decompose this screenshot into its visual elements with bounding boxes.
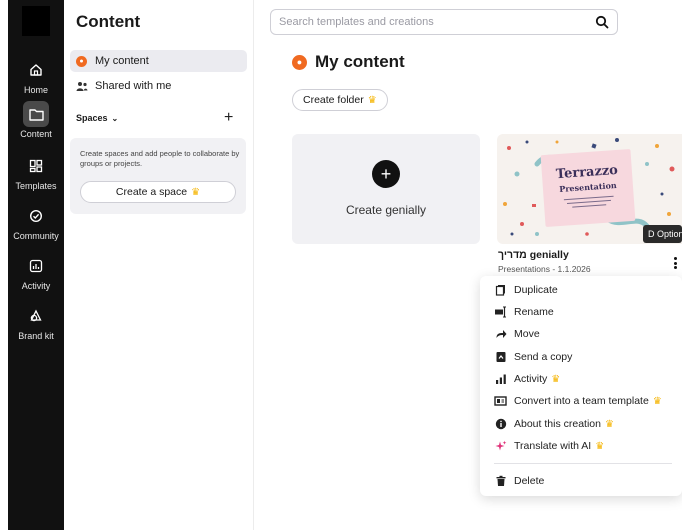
templates-icon [23, 153, 49, 179]
menu-item-label: Move [514, 328, 540, 340]
menu-item-duplicate[interactable]: Duplicate [480, 280, 682, 300]
rail-item-home[interactable]: Home [8, 57, 64, 95]
people-icon [76, 81, 88, 91]
rail-label-home: Home [23, 85, 48, 95]
create-space-button[interactable]: Create a space ♛ [80, 181, 236, 203]
crown-icon: ♛ [652, 395, 662, 407]
move-icon [494, 328, 507, 341]
crown-icon: ♛ [595, 440, 605, 452]
create-space-label: Create a space [115, 186, 188, 198]
rail-label-content: Content [20, 129, 52, 139]
community-icon [23, 203, 49, 229]
my-content-icon: ● [76, 55, 87, 67]
trash-icon [494, 475, 507, 488]
sidebar-item-label: My content [95, 55, 149, 67]
my-content-icon: ● [292, 54, 307, 70]
menu-item-label: Convert into a team template [514, 395, 649, 407]
options-menu: Duplicate Rename Move Send a copy Activi… [480, 276, 682, 496]
activity-icon [23, 253, 49, 279]
content-sidebar: Content ● My content Shared with me Spac… [64, 0, 254, 530]
create-genially-card[interactable]: + Create genially [292, 134, 480, 244]
rail-item-community[interactable]: Community [8, 203, 64, 241]
rename-icon [494, 306, 507, 319]
app-logo[interactable] [22, 6, 50, 36]
spaces-label: Spaces [76, 113, 108, 123]
menu-item-label: Activity [514, 373, 548, 385]
sidebar-item-label: Shared with me [95, 80, 172, 92]
menu-item-label: Delete [514, 475, 545, 487]
plus-icon: + [372, 160, 400, 188]
rail-item-templates[interactable]: Templates [8, 153, 64, 191]
rail-label-templates: Templates [15, 181, 57, 191]
tooltip-text: Options [657, 229, 682, 239]
menu-divider [494, 463, 672, 464]
template-icon [494, 395, 507, 408]
rail-item-content[interactable]: Content [8, 101, 64, 139]
menu-item-send-copy[interactable]: Send a copy [480, 347, 682, 367]
create-folder-button[interactable]: Create folder ♛ [292, 89, 388, 111]
folder-icon [23, 101, 49, 127]
menu-item-move[interactable]: Move [480, 324, 682, 344]
search-icon[interactable] [595, 15, 609, 29]
more-options-button[interactable] [670, 256, 680, 270]
crown-icon: ♛ [551, 373, 561, 385]
page-title: ● My content [292, 52, 405, 72]
sidebar-item-my-content[interactable]: ● My content [70, 50, 247, 72]
page-title-text: My content [315, 52, 405, 71]
menu-item-label: Duplicate [514, 284, 558, 296]
menu-item-label: Rename [514, 306, 554, 318]
creation-name[interactable]: מדריך genially [498, 249, 569, 261]
create-genially-label: Create genially [345, 203, 427, 217]
menu-item-label: About this creation [514, 418, 601, 430]
options-tooltip: D Options [643, 225, 682, 243]
send-icon [494, 351, 507, 364]
ai-sparkle-icon [494, 440, 507, 453]
tooltip-badge: D [648, 229, 655, 239]
bar-chart-icon [494, 373, 507, 386]
menu-item-about[interactable]: About this creation ♛ [480, 414, 682, 434]
search-bar [270, 9, 618, 35]
thumbnail-title-card: Terrazzo Presentation [540, 148, 636, 228]
main-rail: Home Content Templates Community Activit [8, 0, 64, 530]
thumbnail-text-lines [563, 195, 614, 208]
add-space-button[interactable]: + [224, 110, 233, 126]
sidebar-item-shared[interactable]: Shared with me [70, 75, 247, 97]
menu-item-label: Translate with AI [514, 440, 592, 452]
sidebar-title: Content [76, 12, 141, 31]
crown-icon: ♛ [191, 186, 201, 198]
create-folder-label: Create folder [303, 94, 364, 106]
app-window: Home Content Templates Community Activit [0, 0, 682, 530]
search-input[interactable] [279, 16, 595, 28]
rail-item-brand-kit[interactable]: Brand kit [8, 303, 64, 341]
rail-label-brand-kit: Brand kit [18, 331, 54, 341]
brand-kit-icon [23, 303, 49, 329]
spaces-description: Create spaces and add people to collabor… [80, 149, 240, 168]
rail-label-community: Community [13, 231, 59, 241]
rail-item-activity[interactable]: Activity [8, 253, 64, 291]
chevron-down-icon: ⌄ [111, 113, 119, 123]
menu-item-convert-template[interactable]: Convert into a team template ♛ [480, 391, 682, 411]
rail-label-activity: Activity [21, 281, 51, 291]
creation-meta: Presentations - 1.1.2026 [498, 264, 591, 274]
menu-item-label: Send a copy [514, 351, 573, 363]
spaces-toggle[interactable]: Spaces ⌄ [76, 113, 244, 123]
duplicate-icon [494, 284, 507, 297]
crown-icon: ♛ [367, 94, 377, 106]
home-icon [23, 57, 49, 83]
menu-item-translate-ai[interactable]: Translate with AI ♛ [480, 436, 682, 456]
menu-item-activity[interactable]: Activity ♛ [480, 369, 682, 389]
info-icon [494, 418, 507, 431]
spaces-empty-card: Create spaces and add people to collabor… [70, 138, 246, 214]
menu-item-delete[interactable]: Delete [480, 471, 682, 491]
menu-item-rename[interactable]: Rename [480, 302, 682, 322]
crown-icon: ♛ [604, 418, 614, 430]
